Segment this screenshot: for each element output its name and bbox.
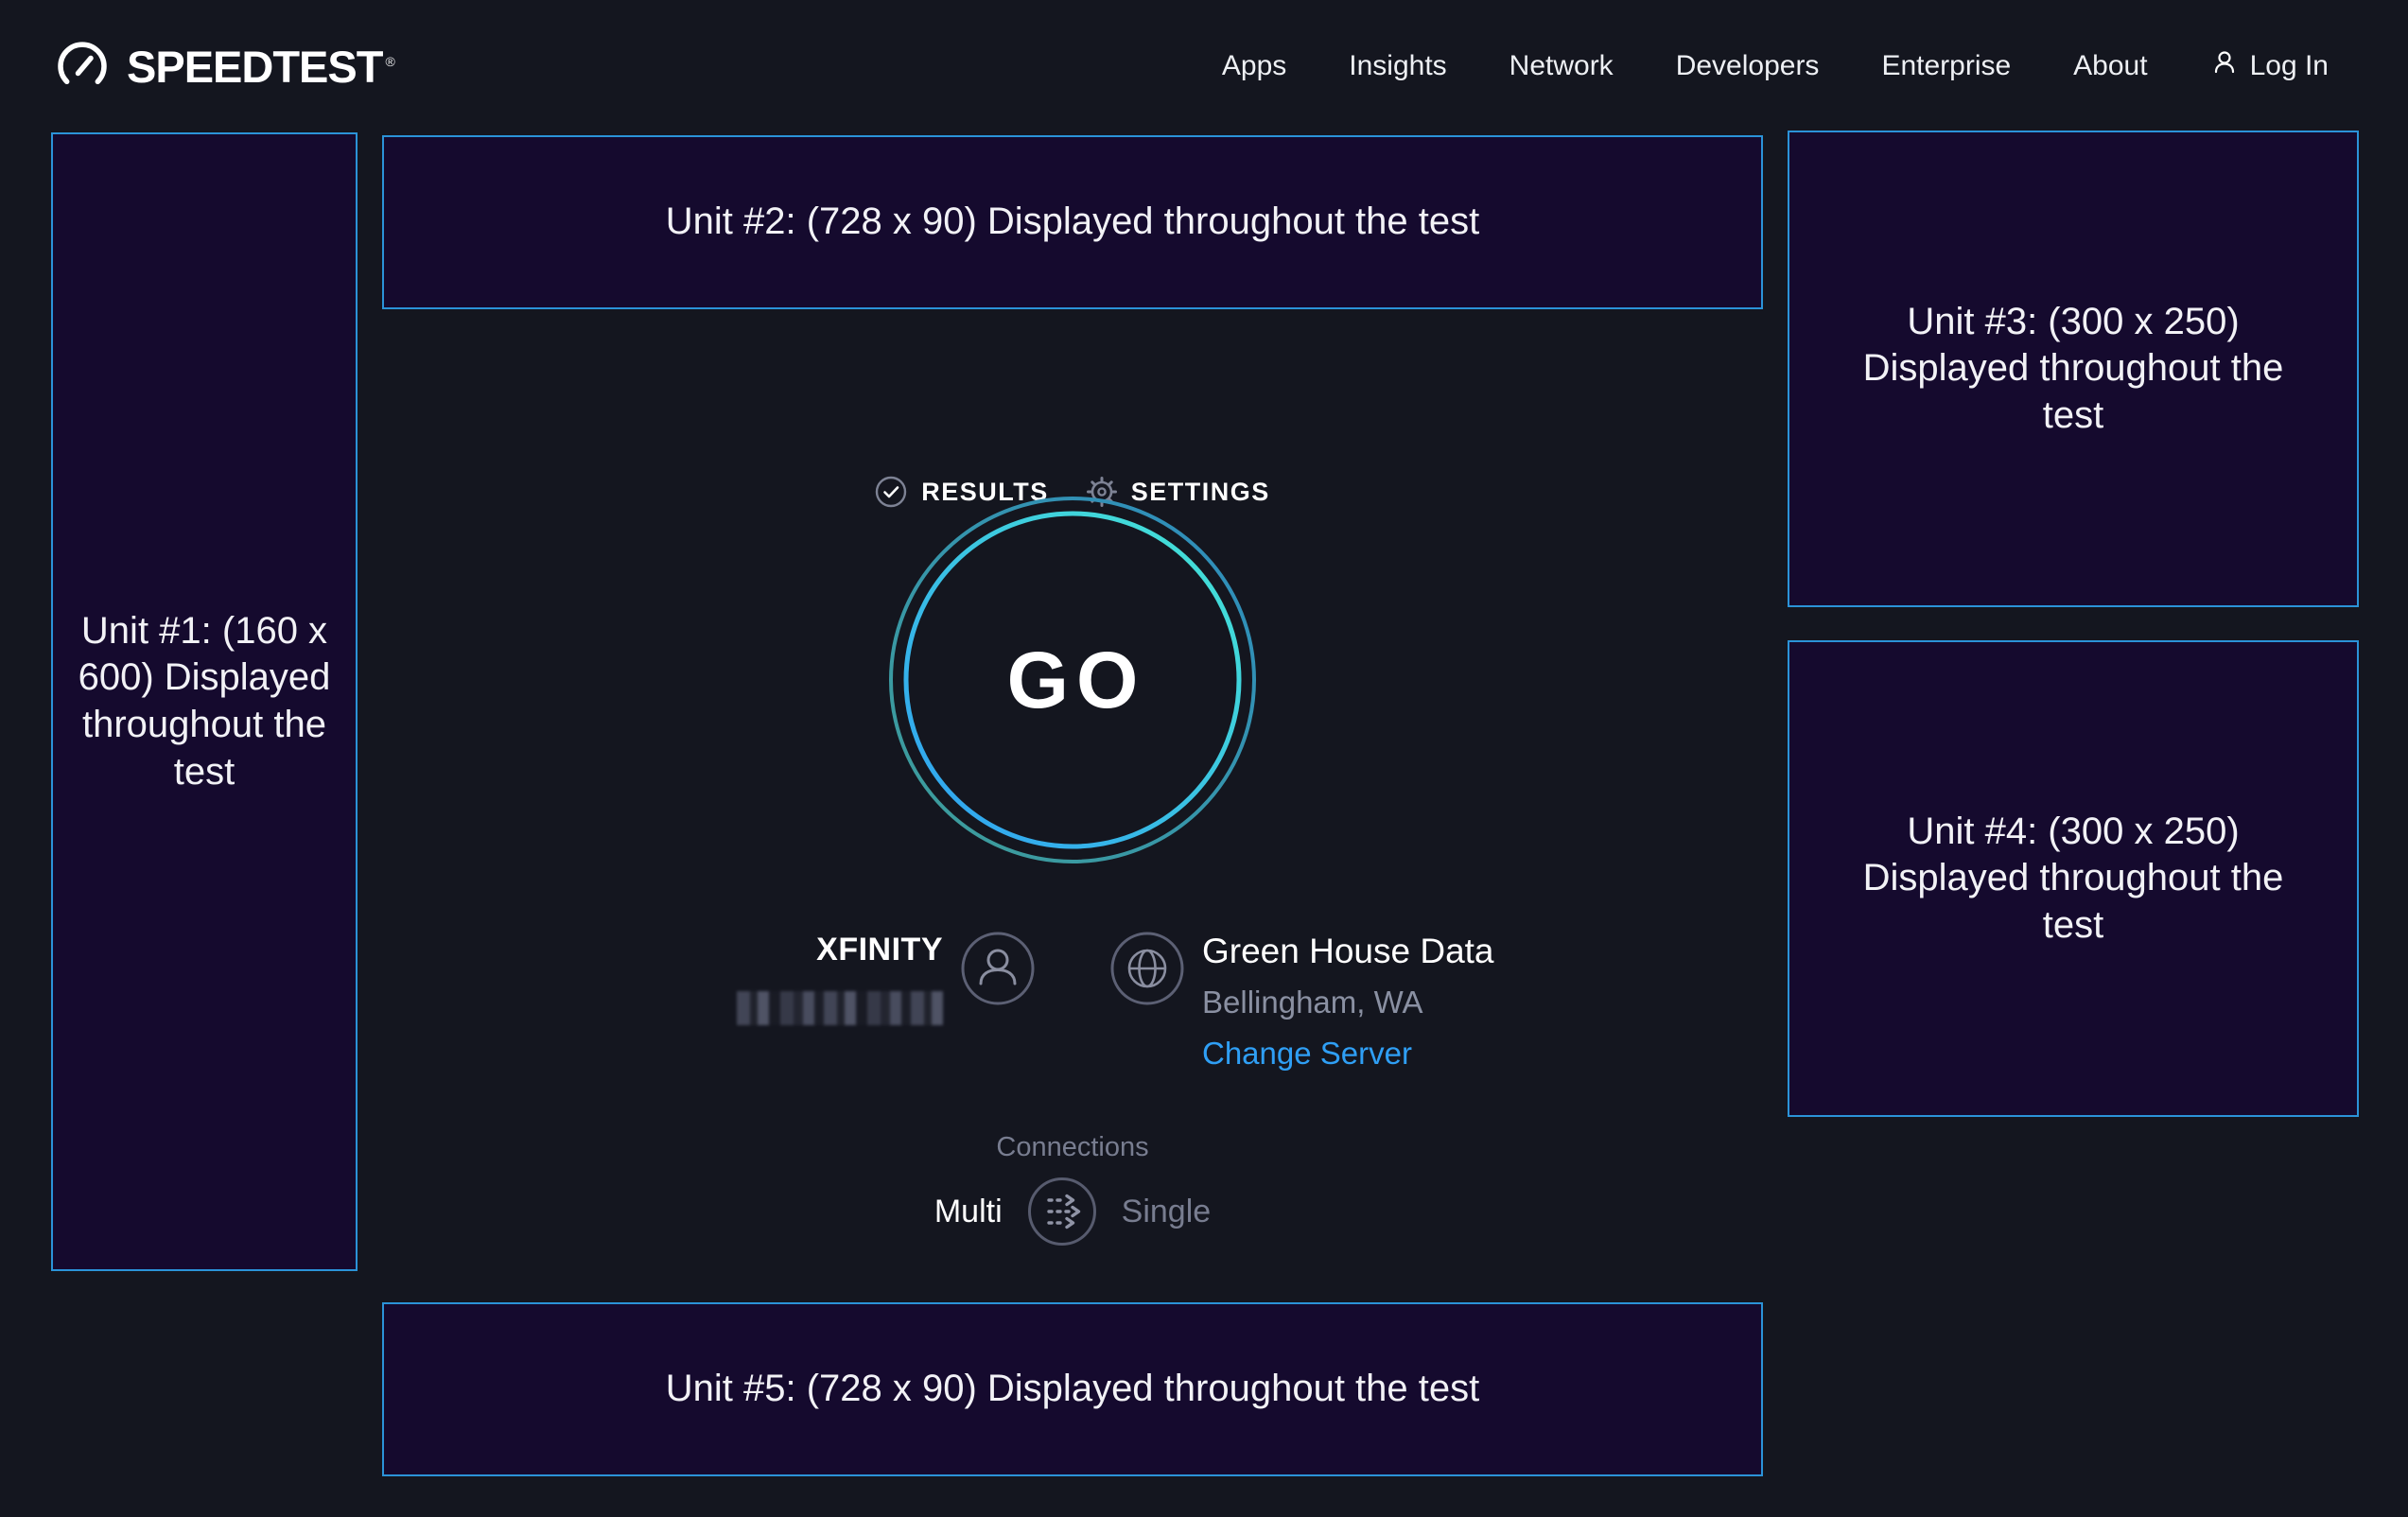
change-server-link[interactable]: Change Server: [1202, 1035, 1412, 1072]
main-content: Unit #2: (728 x 90) Displayed throughout…: [382, 132, 1763, 1517]
globe-icon: [1109, 931, 1185, 1011]
header: SPEEDTEST® Apps Insights Network Develop…: [0, 0, 2408, 132]
nav-item-about[interactable]: About: [2073, 50, 2147, 82]
trademark-symbol: ®: [385, 54, 393, 69]
speedtest-logo[interactable]: SPEEDTEST®: [53, 37, 394, 96]
ad-unit-3-text: Unit #3: (300 x 250) Displayed throughou…: [1846, 299, 2300, 440]
login-label: Log In: [2250, 50, 2329, 82]
server-name: Green House Data: [1202, 931, 1494, 972]
speedtest-gauge-icon: [53, 37, 112, 96]
go-label: GO: [888, 496, 1257, 864]
ad-unit-4-rectangle[interactable]: Unit #4: (300 x 250) Displayed throughou…: [1788, 640, 2359, 1117]
isp-block: XFINITY: [737, 931, 1036, 1025]
login-link[interactable]: Log In: [2210, 48, 2329, 84]
ad-unit-4-text: Unit #4: (300 x 250) Displayed throughou…: [1846, 809, 2300, 950]
nav-item-developers[interactable]: Developers: [1676, 50, 1820, 82]
ad-unit-5-text: Unit #5: (728 x 90) Displayed throughout…: [666, 1366, 1480, 1413]
ad-unit-3-rectangle[interactable]: Unit #3: (300 x 250) Displayed throughou…: [1788, 131, 2359, 607]
ad-unit-1-text: Unit #1: (160 x 600) Displayed throughou…: [62, 608, 346, 795]
connections-single-option[interactable]: Single: [1122, 1194, 1212, 1230]
ad-unit-5-banner[interactable]: Unit #5: (728 x 90) Displayed throughout…: [382, 1302, 1763, 1476]
isp-detail-redacted: [737, 991, 943, 1025]
server-block: Green House Data Bellingham, WA Change S…: [1109, 931, 1494, 1072]
main-nav: Apps Insights Network Developers Enterpr…: [1222, 48, 2329, 84]
connections-multi-option[interactable]: Multi: [934, 1194, 1003, 1230]
connections-toggle-row: Multi Single: [382, 1177, 1763, 1247]
ad-unit-2-banner[interactable]: Unit #2: (728 x 90) Displayed throughout…: [382, 135, 1763, 309]
go-button[interactable]: GO: [888, 496, 1257, 864]
ad-unit-2-text: Unit #2: (728 x 90) Displayed throughout…: [666, 199, 1480, 246]
nav-item-network[interactable]: Network: [1509, 50, 1614, 82]
user-icon: [2210, 48, 2239, 84]
ad-unit-1-skyscraper[interactable]: Unit #1: (160 x 600) Displayed throughou…: [51, 132, 358, 1271]
connections-label: Connections: [382, 1128, 1763, 1166]
isp-name: XFINITY: [737, 931, 943, 968]
multi-connection-arrows-icon[interactable]: [1027, 1177, 1097, 1247]
nav-item-enterprise[interactable]: Enterprise: [1881, 50, 2011, 82]
user-circle-icon: [960, 931, 1036, 1011]
nav-item-apps[interactable]: Apps: [1222, 50, 1286, 82]
nav-item-insights[interactable]: Insights: [1349, 50, 1446, 82]
server-location: Bellingham, WA: [1202, 984, 1494, 1021]
logo-wordmark: SPEEDTEST®: [127, 41, 394, 93]
